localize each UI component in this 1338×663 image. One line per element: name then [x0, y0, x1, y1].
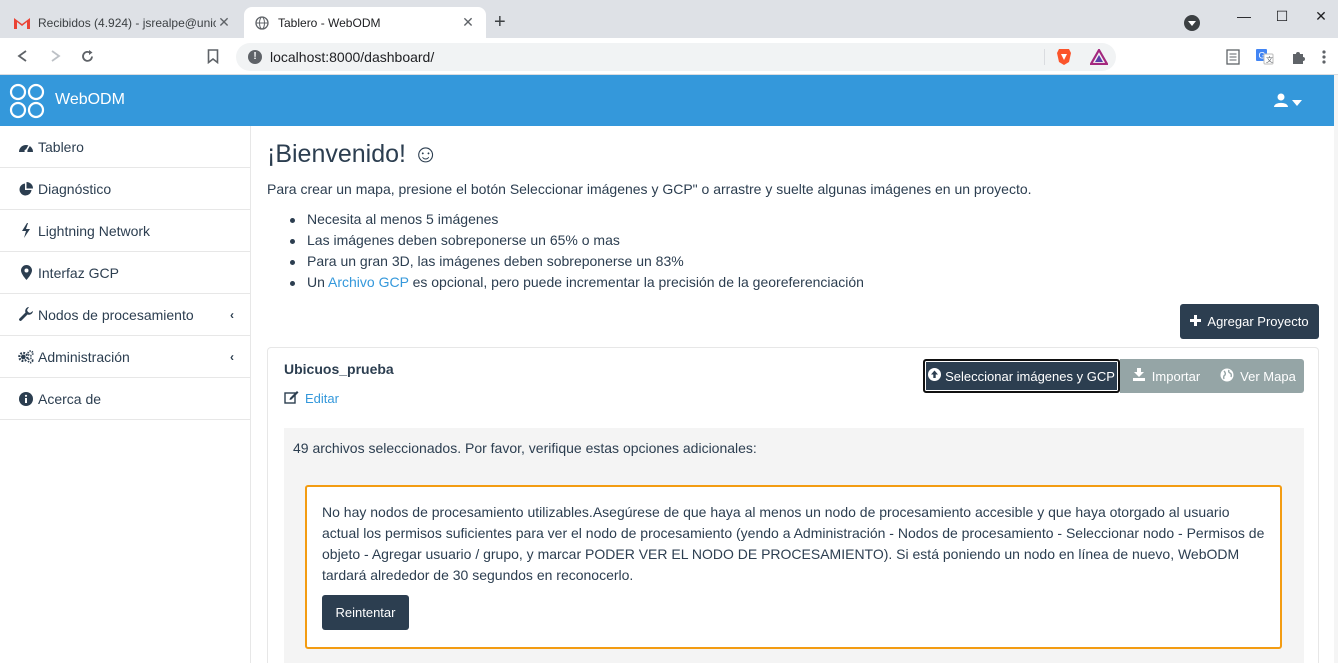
select-images-label: Seleccionar imágenes y GCP	[945, 368, 1115, 384]
requirements-list: Necesita al menos 5 imágenes Las imágene…	[290, 211, 864, 295]
globe-icon	[254, 15, 270, 31]
browser-tab-gmail[interactable]: Recibidos (4.924) - jsrealpe@unicauca...…	[4, 7, 242, 38]
edit-project-link[interactable]: Editar	[284, 390, 339, 407]
caret-down-icon	[1292, 93, 1302, 109]
svg-text:文: 文	[1266, 55, 1273, 64]
sidebar-item-label: Lightning Network	[38, 222, 151, 239]
no-nodes-warning: No hay nodos de procesamiento utilizable…	[305, 485, 1282, 649]
sidebar-item-administracion[interactable]: Administración ‹	[0, 336, 250, 378]
list-item: Un Archivo GCP es opcional, pero puede i…	[290, 274, 864, 295]
main-content: ¡Bienvenido! ☺ Para crear un mapa, presi…	[251, 126, 1334, 663]
sidebar-item-label: Administración	[38, 348, 130, 365]
import-icon	[1132, 368, 1146, 384]
browser-menu-icon[interactable]	[1322, 49, 1338, 65]
address-bar[interactable]: ! localhost:8000/dashboard/	[236, 43, 1116, 71]
user-menu-button[interactable]	[1274, 92, 1308, 110]
edit-label: Editar	[305, 391, 339, 406]
site-info-icon[interactable]: !	[248, 50, 262, 64]
chevron-left-icon: ‹	[230, 308, 234, 322]
browser-tab-title: Tablero - WebODM	[278, 15, 381, 30]
view-map-button[interactable]: Ver Mapa	[1212, 359, 1304, 393]
close-tab-icon[interactable]: ✕	[460, 14, 476, 31]
translate-icon[interactable]: G文	[1256, 49, 1274, 65]
back-icon[interactable]	[14, 47, 32, 65]
sidebar-item-acerca-de[interactable]: Acerca de	[0, 378, 250, 420]
browser-toolbar: ! localhost:8000/dashboard/ G文	[0, 38, 1338, 75]
project-panel: Ubicuos_prueba Editar Seleccionar imágen…	[267, 347, 1319, 663]
warning-text: No hay nodos de procesamiento utilizable…	[322, 504, 1265, 583]
forward-icon[interactable]	[46, 47, 64, 65]
sidebar-item-lightning-network[interactable]: Lightning Network	[0, 210, 250, 252]
add-project-button[interactable]: Agregar Proyecto	[1180, 304, 1319, 339]
plus-icon	[1190, 314, 1202, 329]
brave-rewards-icon[interactable]	[1089, 47, 1109, 68]
maximize-icon[interactable]: ☐	[1272, 8, 1292, 25]
sidebar-item-diagnostico[interactable]: Diagnóstico	[0, 168, 250, 210]
retry-button[interactable]: Reintentar	[322, 595, 409, 630]
sidebar-item-label: Diagnóstico	[38, 180, 112, 197]
list-item: Necesita al menos 5 imágenes	[290, 211, 864, 232]
select-images-button[interactable]: Seleccionar imágenes y GCP	[923, 359, 1120, 393]
view-map-label: Ver Mapa	[1240, 368, 1296, 384]
brand-name[interactable]: WebODM	[55, 91, 125, 109]
gcp-note-prefix: Un	[307, 274, 329, 290]
sidebar: Tablero Diagnóstico Lightning Network In…	[0, 126, 251, 663]
tab-search-icon[interactable]	[1184, 15, 1200, 31]
pie-chart-icon	[18, 181, 34, 197]
globe-icon	[1220, 368, 1234, 385]
sidebar-item-label: Tablero	[38, 138, 84, 155]
dashboard-icon	[18, 139, 34, 155]
info-icon	[18, 391, 34, 407]
browser-tab-title: Recibidos (4.924) - jsrealpe@unicauca...	[38, 15, 216, 30]
app-navbar: WebODM	[0, 75, 1338, 126]
user-icon	[1274, 93, 1288, 110]
sidebar-item-interfaz-gcp[interactable]: Interfaz GCP	[0, 252, 250, 294]
list-item: Las imágenes deben sobreponerse un 65% o…	[290, 232, 864, 253]
extensions-icon[interactable]	[1290, 49, 1306, 65]
intro-text: Para crear un mapa, presione el botón Se…	[267, 181, 1032, 197]
minimize-icon[interactable]: —	[1234, 8, 1254, 24]
import-button[interactable]: Importar	[1120, 359, 1212, 393]
reload-icon[interactable]	[78, 47, 96, 65]
edit-icon	[284, 390, 299, 407]
reader-mode-icon[interactable]	[1226, 49, 1242, 65]
sidebar-item-label: Nodos de procesamiento	[38, 306, 194, 323]
wrench-icon	[18, 307, 34, 323]
gcp-note-suffix: es opcional, pero puede incrementar la p…	[408, 274, 864, 290]
cogs-icon	[18, 349, 34, 365]
page-title: ¡Bienvenido! ☺	[267, 140, 439, 168]
project-actions: Seleccionar imágenes y GCP Importar Ver …	[923, 359, 1304, 393]
list-item: Para un gran 3D, las imágenes deben sobr…	[290, 253, 864, 274]
browser-tab-webodm[interactable]: Tablero - WebODM ✕	[244, 7, 486, 38]
project-name[interactable]: Ubicuos_prueba	[284, 361, 394, 377]
import-label: Importar	[1151, 368, 1201, 384]
gmail-icon	[14, 15, 30, 31]
url-text: localhost:8000/dashboard/	[270, 49, 435, 65]
new-tab-icon[interactable]: +	[494, 12, 506, 32]
sidebar-item-label: Acerca de	[38, 390, 102, 407]
sidebar-item-label: Interfaz GCP	[38, 264, 119, 281]
page-scrollbar[interactable]	[1334, 75, 1338, 663]
browser-tab-strip: Recibidos (4.924) - jsrealpe@unicauca...…	[0, 0, 1338, 38]
upload-circle-icon	[928, 368, 942, 384]
webodm-logo-icon[interactable]	[9, 83, 45, 119]
files-selected-message: 49 archivos seleccionados. Por favor, ve…	[293, 440, 757, 456]
map-marker-icon	[18, 265, 34, 281]
brave-shield-icon[interactable]	[1056, 48, 1072, 69]
close-tab-icon[interactable]: ✕	[216, 14, 232, 31]
add-project-label: Agregar Proyecto	[1207, 314, 1309, 329]
sidebar-item-nodos-de-procesamiento[interactable]: Nodos de procesamiento ‹	[0, 294, 250, 336]
sidebar-item-tablero[interactable]: Tablero	[0, 126, 250, 168]
bolt-icon	[18, 223, 34, 239]
bookmark-icon[interactable]	[204, 47, 222, 65]
gcp-file-link[interactable]: Archivo GCP	[328, 274, 409, 290]
chevron-left-icon: ‹	[230, 350, 234, 364]
upload-options-panel: 49 archivos seleccionados. Por favor, ve…	[284, 428, 1304, 663]
close-window-icon[interactable]: ✕	[1311, 8, 1331, 25]
